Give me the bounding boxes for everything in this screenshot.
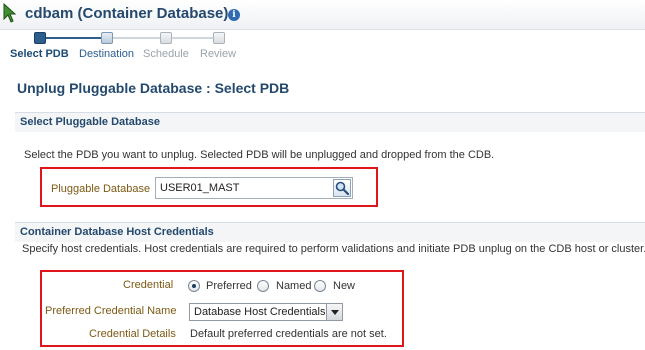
radio-named[interactable] (257, 280, 269, 292)
radio-new-label[interactable]: New (333, 280, 355, 292)
train-connector (112, 37, 160, 39)
train-label-schedule: Schedule (143, 48, 189, 60)
search-pdb-button[interactable] (333, 179, 351, 197)
preferred-credential-name-label: Preferred Credential Name (45, 305, 177, 317)
train-label-select-pdb[interactable]: Select PDB (10, 48, 69, 60)
preferred-credential-name-select[interactable]: Database Host Credentials (189, 303, 343, 321)
pluggable-database-input[interactable] (155, 177, 353, 199)
page-title: Unplug Pluggable Database : Select PDB (17, 80, 290, 96)
select-value: Database Host Credentials (194, 306, 326, 318)
credential-label: Credential (123, 279, 174, 291)
section-header-host-credentials: Container Database Host Credentials (15, 222, 645, 242)
train-stop-schedule (160, 32, 172, 44)
radio-preferred[interactable] (188, 280, 200, 292)
train-label-destination[interactable]: Destination (79, 48, 134, 60)
train-stop-select-pdb[interactable] (34, 32, 46, 44)
train-label-review: Review (200, 48, 237, 60)
info-icon[interactable]: i (228, 9, 240, 21)
wizard-train: Select PDB Destination Schedule Review (0, 30, 645, 65)
pluggable-database-label: Pluggable Database (51, 183, 151, 195)
credentials-instructions: Specify host credentials. Host credentia… (22, 243, 645, 255)
section-title: Select Pluggable Database (20, 116, 160, 128)
train-stop-review (213, 32, 225, 44)
credential-details-value: Default preferred credentials are not se… (190, 328, 387, 340)
section-header-select-pdb: Select Pluggable Database (15, 112, 645, 132)
radio-named-label[interactable]: Named (276, 280, 311, 292)
magnifier-icon (335, 181, 350, 196)
radio-new[interactable] (314, 280, 326, 292)
section-title: Container Database Host Credentials (20, 226, 214, 238)
page-header-title: cdbam (Container Database) (25, 5, 229, 22)
train-connector (46, 37, 102, 39)
train-stop-destination[interactable] (101, 32, 113, 44)
chevron-down-icon[interactable] (326, 304, 342, 320)
pluggable-database-field[interactable] (156, 178, 326, 198)
mouse-pointer-icon (3, 3, 17, 23)
page-header: cdbam (Container Database) i (0, 0, 645, 30)
credential-details-label: Credential Details (89, 328, 176, 340)
select-pdb-instructions: Select the PDB you want to unplug. Selec… (24, 149, 495, 161)
radio-preferred-label[interactable]: Preferred (206, 280, 252, 292)
train-connector (170, 37, 214, 39)
